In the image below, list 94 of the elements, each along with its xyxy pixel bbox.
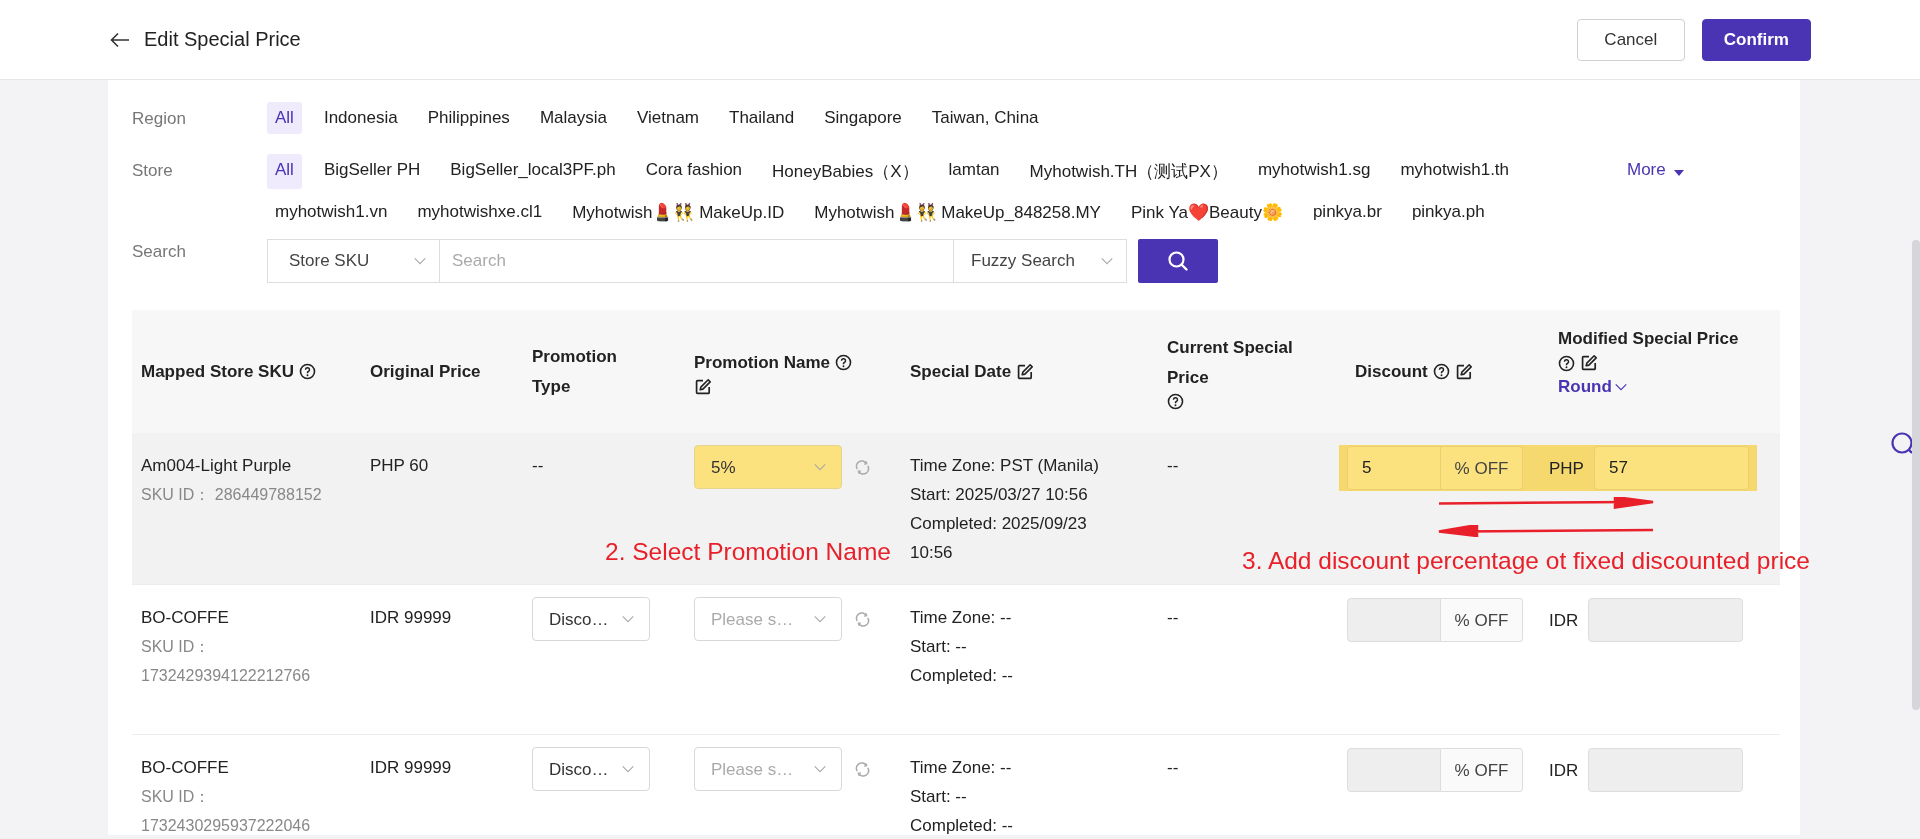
help-icon[interactable] <box>299 363 317 380</box>
special-price-field[interactable]: 57 <box>1593 446 1749 490</box>
filter-chip[interactable]: Thailand <box>721 102 803 134</box>
filter-chip[interactable]: lamtan <box>940 154 1008 189</box>
filter-chip[interactable]: Myhotwish💄👯 MakeUp.ID <box>564 196 793 229</box>
filter-chip[interactable]: pinkya.ph <box>1403 196 1493 229</box>
search-mode-select[interactable]: Fuzzy Search <box>953 239 1127 283</box>
column-header: Special Date <box>910 360 1012 383</box>
sku-id: SKU ID： 1732429394122212766 <box>141 637 312 686</box>
currency-label: IDR <box>1549 759 1579 782</box>
arrow-left-icon <box>1437 525 1653 537</box>
current-special-price: -- <box>1167 456 1179 475</box>
filter-chip[interactable]: BigSeller_local3PF.ph <box>442 154 624 189</box>
currency-label: PHP <box>1549 457 1584 480</box>
help-icon[interactable] <box>1167 393 1184 410</box>
time-zone-text: Time Zone: -- <box>910 607 1013 629</box>
caret-down-icon <box>1673 170 1684 177</box>
edit-icon[interactable] <box>1580 354 1598 372</box>
start-date-text: Start: 2025/03/27 10:56 <box>910 484 1089 506</box>
help-icon[interactable] <box>835 354 853 371</box>
filter-chip[interactable]: Cora fashion <box>637 154 751 189</box>
filter-chip[interactable]: Myhotwish💄👯 MakeUp_848258.MY <box>806 196 1109 229</box>
promotion-type-select[interactable]: Disco… <box>532 747 650 791</box>
annotation-text: 3. Add discount percentage ot fixed discounted price <box>1242 547 1810 575</box>
sku-name: BO-COFFE <box>141 757 230 779</box>
completed-date-text: Completed: 2025/09/23 10:56 <box>910 513 1088 564</box>
filter-chip[interactable]: All <box>267 154 302 189</box>
unit-label: % OFF <box>1441 598 1523 642</box>
arrow-right-icon <box>1439 497 1655 509</box>
currency-label: IDR <box>1549 609 1579 632</box>
unit-label: % OFF <box>1441 748 1523 792</box>
filter-chip[interactable]: Taiwan, China <box>923 102 1047 134</box>
current-special-price: -- <box>1167 758 1179 777</box>
completed-date-text: Completed: -- <box>910 815 1014 835</box>
sku-id: SKU ID： 1732430295937222046 <box>141 787 312 835</box>
original-price: IDR 99999 <box>370 758 452 777</box>
filter-chip[interactable]: myhotwishxe.cl1 <box>409 196 551 229</box>
start-date-text: Start: -- <box>910 636 968 658</box>
column-header: Promotion Type <box>532 345 618 398</box>
round-link[interactable]: Round <box>1558 372 1771 402</box>
help-icon[interactable] <box>1558 354 1575 372</box>
search-button[interactable] <box>1138 239 1218 283</box>
time-zone-text: Time Zone: PST (Manila) <box>910 455 1100 477</box>
filter-chip[interactable]: Vietnam <box>628 102 708 134</box>
page-title: Edit Special Price <box>144 28 301 51</box>
unit-label: % OFF <box>1441 446 1523 490</box>
filter-chip[interactable]: Philippines <box>419 102 518 134</box>
help-icon[interactable] <box>1432 363 1450 380</box>
filter-label: Search <box>132 241 187 262</box>
column-header: Modified Special Price <box>1558 328 1739 350</box>
filter-chip[interactable]: HoneyBabies（X） <box>764 154 927 189</box>
filter-chip[interactable]: Pink Ya❤Beauty🌼 <box>1122 196 1291 229</box>
search-field[interactable]: Search <box>440 239 953 283</box>
filter-label: Store <box>132 160 174 181</box>
filter-chip[interactable]: myhotwish1.vn <box>267 196 396 229</box>
more-link[interactable]: More <box>1627 154 1666 180</box>
original-price: PHP 60 <box>370 456 429 475</box>
promotion-type-select[interactable]: Disco… <box>532 597 650 641</box>
column-header: Original Price <box>370 360 481 383</box>
filter-chip[interactable]: Malaysia <box>531 102 615 134</box>
current-special-price: -- <box>1167 608 1179 627</box>
sku-id: SKU ID： 286449788152 <box>141 485 323 505</box>
back-arrow-icon[interactable] <box>110 31 130 48</box>
search-type-select[interactable]: Store SKU <box>267 239 440 283</box>
confirm-button[interactable]: Confirm <box>1701 18 1811 61</box>
edit-icon[interactable] <box>1016 362 1035 381</box>
time-zone-text: Time Zone: -- <box>910 757 1013 779</box>
sku-name: Am004-Light Purple <box>141 455 293 477</box>
scrollbar-thumb[interactable] <box>1912 240 1920 710</box>
edit-icon[interactable] <box>694 377 712 396</box>
column-header: Discount <box>1355 360 1428 383</box>
search-icon <box>1167 250 1189 272</box>
column-header: Promotion Name <box>694 351 831 374</box>
start-date-text: Start: -- <box>910 786 968 808</box>
promotion-type: -- <box>532 456 544 475</box>
filter-chip[interactable]: Singapore <box>816 102 910 134</box>
promotion-name-select[interactable]: 5% <box>694 445 842 489</box>
filter-chip[interactable]: Myhotwish.TH（测试PX） <box>1021 154 1236 189</box>
cancel-button[interactable]: Cancel <box>1576 18 1685 61</box>
column-header: Current Special Price <box>1167 337 1294 389</box>
filter-chip[interactable]: pinkya.br <box>1304 196 1390 229</box>
filter-chip[interactable]: All <box>267 102 302 134</box>
filter-label: Region <box>132 108 187 129</box>
annotation-text: 2. Select Promotion Name <box>605 538 891 566</box>
discount-field[interactable]: 5 <box>1347 446 1441 490</box>
filter-chip[interactable]: BigSeller PH <box>315 154 429 189</box>
filter-chip[interactable]: Indonesia <box>315 102 406 134</box>
sku-name: BO-COFFE <box>141 607 230 629</box>
filter-chip[interactable]: myhotwish1.th <box>1392 154 1518 189</box>
column-header: Mapped Store SKU <box>141 360 295 383</box>
completed-date-text: Completed: -- <box>910 665 1014 687</box>
filter-chip[interactable]: myhotwish1.sg <box>1249 154 1379 189</box>
original-price: IDR 99999 <box>370 608 452 627</box>
edit-icon[interactable] <box>1454 362 1473 381</box>
